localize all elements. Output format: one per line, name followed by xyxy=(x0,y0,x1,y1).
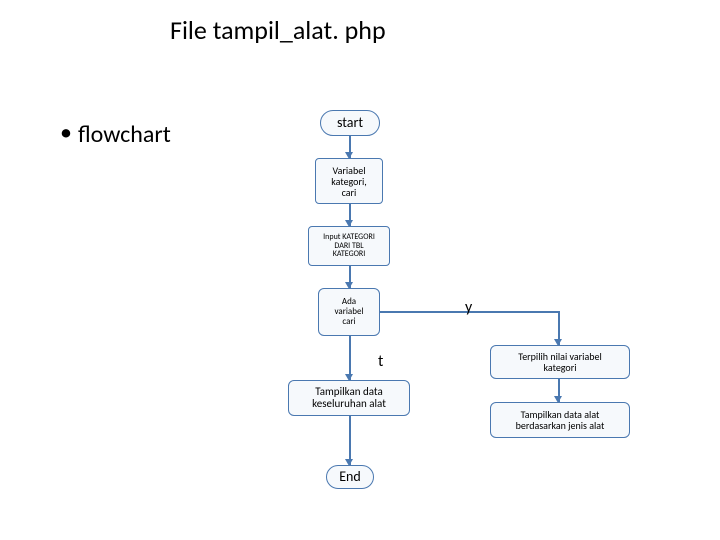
node-show-all-text: Tampilkan data keseluruhan alat xyxy=(312,386,386,410)
label-no: t xyxy=(378,352,383,371)
node-show-by-jenis: Tampilkan data alat berdasarkan jenis al… xyxy=(490,402,630,438)
bullet-dot: • xyxy=(60,118,72,147)
bullet-item: •flowchart xyxy=(60,120,171,149)
node-start-text: start xyxy=(337,115,363,130)
node-variables-text: Variabel kategori, cari xyxy=(331,165,366,198)
node-by-jenis-text: Tampilkan data alat berdasarkan jenis al… xyxy=(516,409,605,431)
node-end-text: End xyxy=(339,469,361,484)
node-end: End xyxy=(326,465,374,489)
bullet-text: flowchart xyxy=(78,120,171,149)
node-show-all: Tampilkan data keseluruhan alat xyxy=(288,380,410,416)
label-yes-text: y xyxy=(465,298,472,317)
node-input-kategori: Input KATEGORI DARI TBL KATEGORI xyxy=(308,226,390,266)
label-no-text: t xyxy=(378,352,383,371)
node-decision-cari: Ada variabel cari xyxy=(318,288,380,336)
page-title: File tampil_alat. php xyxy=(170,14,386,46)
title-text: File tampil_alat. php xyxy=(170,14,386,46)
node-start: start xyxy=(320,110,380,136)
label-yes: y xyxy=(465,298,472,317)
node-selected-text: Terpilih nilai variabel kategori xyxy=(518,351,602,373)
node-decision-text: Ada variabel cari xyxy=(334,297,363,327)
node-input-text: Input KATEGORI DARI TBL KATEGORI xyxy=(323,233,375,259)
node-selected-kategori: Terpilih nilai variabel kategori xyxy=(490,345,630,379)
node-variables: Variabel kategori, cari xyxy=(315,158,383,204)
